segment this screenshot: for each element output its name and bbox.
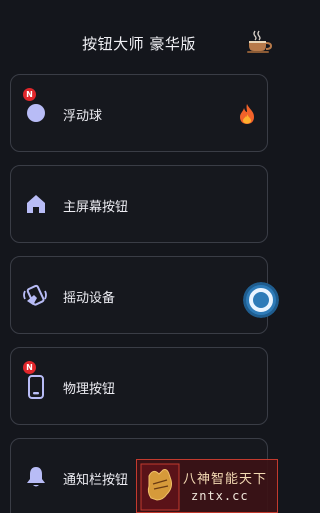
card-home-button[interactable]: 主屏幕按钮 (10, 165, 268, 243)
coffee-cup-icon[interactable] (246, 28, 272, 54)
new-badge: N (23, 88, 36, 101)
watermark-url: zntx.cc (191, 489, 249, 503)
app-root: 按钮大师 豪华版 N 浮动球 主屏幕按钮 摇动设备 N 物理按钮 通知栏按钮 八… (0, 0, 279, 513)
floating-ball-button[interactable] (243, 282, 279, 318)
card-shake-device[interactable]: 摇动设备 (10, 256, 268, 334)
card-label: 物理按钮 (63, 382, 116, 397)
bell-icon (25, 465, 47, 489)
watermark-text: 八神智能天下 (183, 472, 268, 487)
card-physical-button[interactable]: N 物理按钮 (10, 347, 268, 425)
phone-icon (25, 375, 47, 399)
new-badge: N (23, 361, 36, 374)
page-title: 按钮大师 豪华版 (82, 35, 196, 53)
card-label: 主屏幕按钮 (63, 200, 129, 215)
header: 按钮大师 豪华版 (0, 0, 278, 72)
card-label: 浮动球 (63, 109, 103, 124)
watermark: 八神智能天下 zntx.cc (136, 459, 278, 513)
hand-logo-icon (140, 463, 180, 511)
card-label: 摇动设备 (63, 291, 116, 306)
shake-device-icon (21, 281, 49, 309)
card-floating-ball[interactable]: N 浮动球 (10, 74, 268, 152)
home-icon (25, 192, 47, 216)
fire-icon (240, 104, 254, 124)
card-label: 通知栏按钮 (63, 473, 129, 488)
floating-ball-icon (25, 101, 47, 125)
